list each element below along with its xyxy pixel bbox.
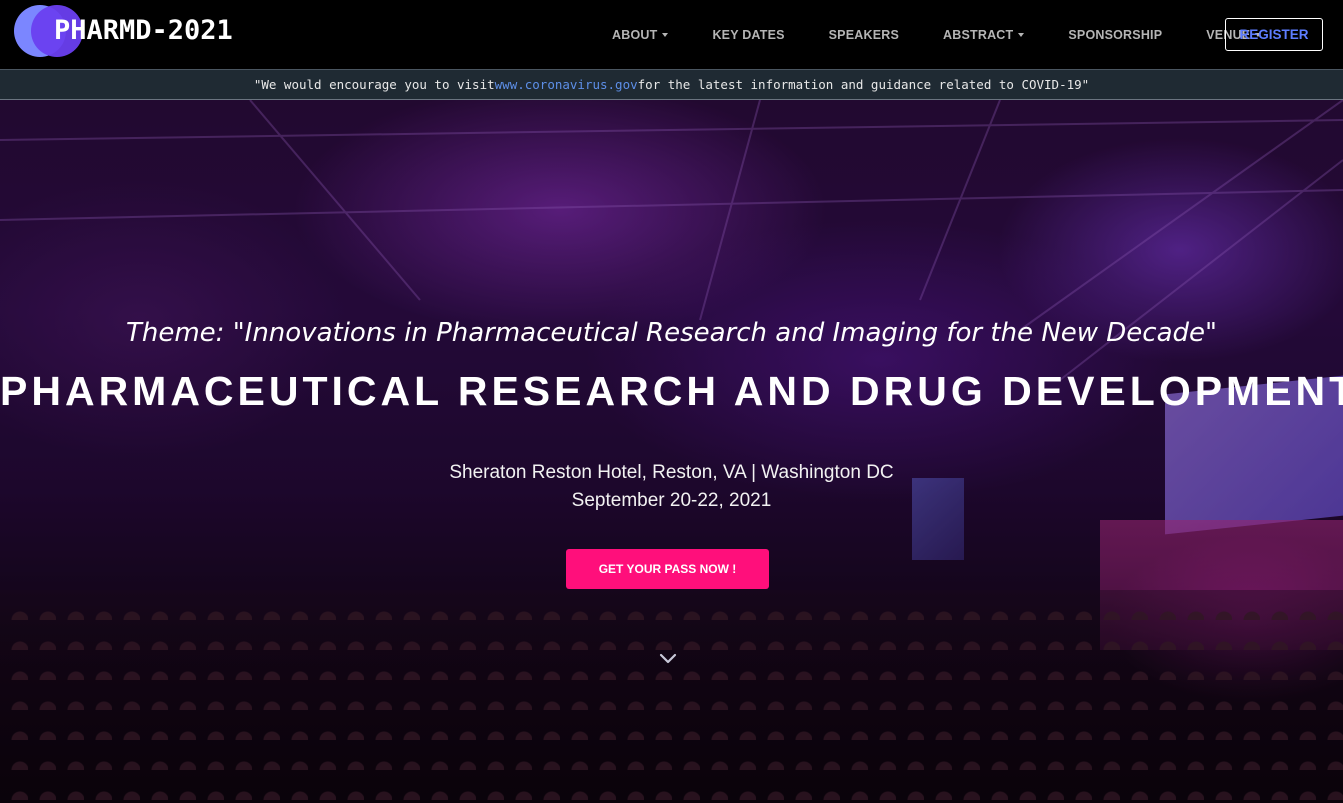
nav-item-label: SPONSORSHIP	[1068, 27, 1163, 42]
nav-item-label: ABOUT	[612, 27, 658, 42]
nav-item-key-dates[interactable]: KEY DATES	[690, 28, 806, 42]
get-pass-button[interactable]: GET YOUR PASS NOW !	[566, 549, 769, 589]
hero-title: PHARMACEUTICAL RESEARCH AND DRUG DEVELOP…	[0, 368, 1343, 414]
caret-down-icon	[662, 32, 669, 37]
nav-item-label: ABSTRACT	[943, 27, 1014, 42]
nav-item-about[interactable]: ABOUT	[590, 28, 690, 42]
nav-item-speakers[interactable]: SPEAKERS	[807, 28, 921, 42]
top-navbar: PHARMD-2021 ABOUT KEY DATES SPEAKERS ABS…	[0, 0, 1343, 69]
notice-prefix: "We would encourage you to visit	[253, 77, 495, 92]
nav-item-label: KEY DATES	[712, 27, 785, 42]
covid-notice-bar: "We would encourage you to visit www.cor…	[0, 69, 1343, 100]
nav-item-abstract[interactable]: ABSTRACT	[921, 28, 1046, 42]
hero-date: September 20-22, 2021	[571, 490, 772, 511]
site-logo[interactable]: PHARMD-2021	[14, 5, 233, 57]
hero-section: Theme: "Innovations in Pharmaceutical Re…	[0, 100, 1343, 803]
nav-item-sponsorship[interactable]: SPONSORSHIP	[1046, 28, 1184, 42]
main-nav: ABOUT KEY DATES SPEAKERS ABSTRACT SPONSO…	[590, 0, 1283, 69]
register-button[interactable]: REGISTER	[1225, 18, 1323, 51]
logo-text: PHARMD-2021	[54, 15, 233, 46]
coronavirus-link[interactable]: www.coronavirus.gov	[495, 77, 638, 92]
nav-item-label: SPEAKERS	[828, 27, 900, 42]
notice-suffix: for the latest information and guidance …	[637, 77, 1090, 92]
hero-theme: Theme: "Innovations in Pharmaceutical Re…	[125, 318, 1217, 348]
hero-overlay	[0, 100, 1343, 803]
hero-venue: Sheraton Reston Hotel, Reston, VA | Wash…	[449, 462, 894, 483]
chevron-down-icon[interactable]	[658, 652, 678, 666]
caret-down-icon	[1018, 32, 1025, 37]
